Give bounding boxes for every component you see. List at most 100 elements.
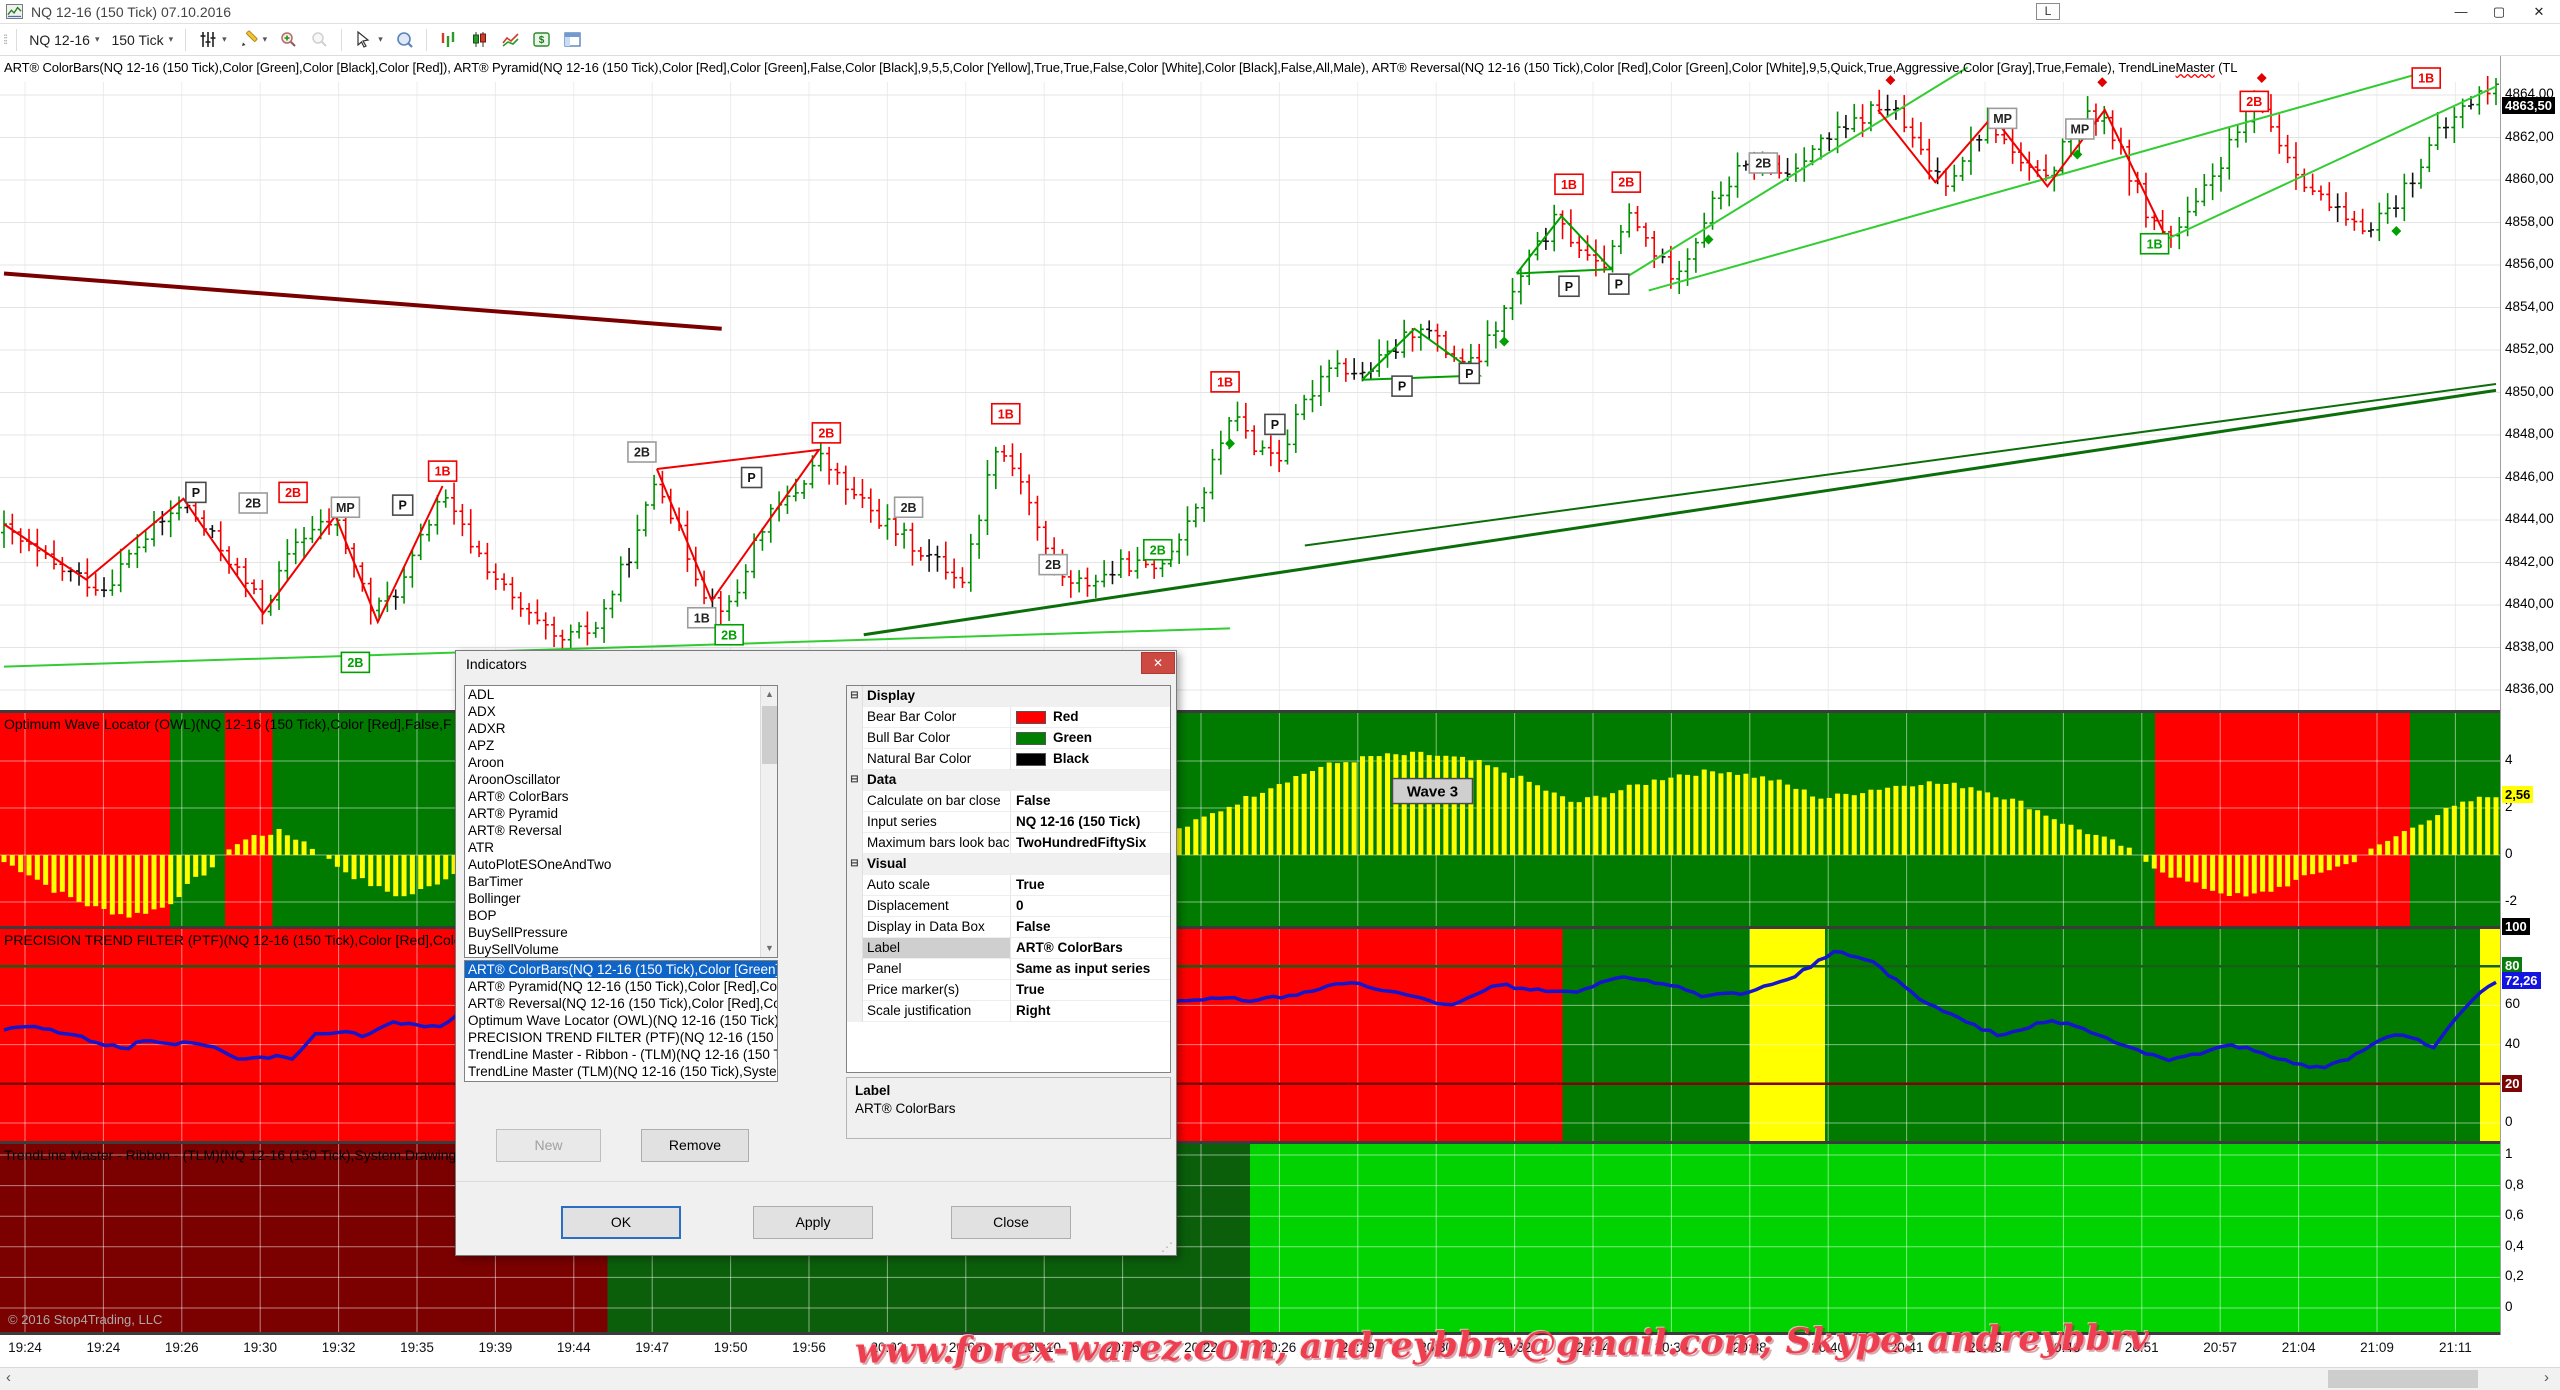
- indicator-list-item[interactable]: BuySellVolume: [465, 941, 777, 958]
- property-row[interactable]: Calculate on bar closeFalse: [847, 791, 1170, 812]
- available-indicators-list[interactable]: ADLADXADXRAPZAroonAroonOscillatorART® Co…: [464, 685, 778, 958]
- pattern-line[interactable]: [1517, 216, 1612, 273]
- instrument-selector[interactable]: NQ 12-16▾: [23, 30, 105, 50]
- trendline[interactable]: [4, 274, 722, 329]
- scrollbar-thumb[interactable]: [762, 706, 777, 764]
- horizontal-scrollbar[interactable]: ‹ ›: [0, 1367, 2560, 1390]
- pattern-line[interactable]: [657, 450, 819, 601]
- property-category-row[interactable]: ⊟Visual: [847, 854, 1170, 875]
- signal-marker[interactable]: [2141, 234, 2169, 254]
- applied-indicator-item[interactable]: ART® ColorBars(NQ 12-16 (150 Tick),Color…: [465, 961, 777, 978]
- signal-marker[interactable]: [715, 625, 743, 645]
- signal-marker[interactable]: [1609, 274, 1629, 294]
- indicator-list-item[interactable]: BOP: [465, 907, 777, 924]
- property-category-row[interactable]: ⊟Display: [847, 686, 1170, 707]
- signal-marker[interactable]: [186, 482, 206, 502]
- trendline[interactable]: [1305, 384, 2496, 546]
- draw-pencil-button[interactable]: ▾: [233, 28, 274, 51]
- property-row[interactable]: Displacement0: [847, 896, 1170, 917]
- property-row[interactable]: Input seriesNQ 12-16 (150 Tick): [847, 812, 1170, 833]
- property-row[interactable]: Auto scaleTrue: [847, 875, 1170, 896]
- pattern-line[interactable]: [1878, 110, 2167, 240]
- property-row[interactable]: Scale justificationRight: [847, 1001, 1170, 1022]
- signal-marker[interactable]: [1749, 153, 1777, 173]
- indicator-list-item[interactable]: ADX: [465, 703, 777, 720]
- indicator-list-item[interactable]: APZ: [465, 737, 777, 754]
- panel-separator[interactable]: [0, 710, 2560, 713]
- toolbar-grip[interactable]: ⁞⁞: [3, 32, 6, 47]
- signal-marker[interactable]: [742, 468, 762, 488]
- collapse-icon[interactable]: ⊟: [847, 854, 863, 875]
- scrollbar-thumb[interactable]: [2328, 1370, 2478, 1388]
- signal-marker[interactable]: [393, 495, 413, 515]
- linechart-style-button[interactable]: [495, 28, 526, 51]
- trendline[interactable]: [864, 390, 2496, 634]
- signal-marker[interactable]: [1144, 540, 1172, 560]
- minimize-button[interactable]: —: [2444, 2, 2478, 22]
- dialog-titlebar[interactable]: Indicators: [456, 651, 1176, 677]
- signal-marker[interactable]: [341, 652, 369, 672]
- ok-button[interactable]: OK: [561, 1206, 681, 1239]
- property-row[interactable]: Natural Bar ColorBlack: [847, 749, 1170, 770]
- signal-marker[interactable]: [1039, 555, 1067, 575]
- panel-separator[interactable]: [0, 1141, 2560, 1144]
- signal-marker[interactable]: [331, 497, 359, 517]
- indicator-list-item[interactable]: BuySellPressure: [465, 924, 777, 941]
- signal-marker[interactable]: [2240, 91, 2268, 111]
- property-row[interactable]: Bull Bar ColorGreen: [847, 728, 1170, 749]
- applied-indicator-item[interactable]: ART® Pyramid(NQ 12-16 (150 Tick),Color […: [465, 978, 777, 995]
- property-row[interactable]: Bear Bar ColorRed: [847, 707, 1170, 728]
- close-button[interactable]: ✕: [2522, 2, 2556, 22]
- apply-button[interactable]: Apply: [753, 1206, 873, 1239]
- signal-marker[interactable]: [239, 493, 267, 513]
- data-box-button[interactable]: [389, 28, 420, 51]
- remove-button[interactable]: Remove: [641, 1129, 749, 1162]
- scroll-left-icon[interactable]: ‹: [6, 1369, 11, 1386]
- applied-indicator-item[interactable]: TrendLine Master - Ribbon - (TLM)(NQ 12-…: [465, 1046, 777, 1063]
- signal-marker[interactable]: [992, 404, 1020, 424]
- collapse-icon[interactable]: ⊟: [847, 686, 863, 707]
- property-row[interactable]: LabelART® ColorBars: [847, 938, 1170, 959]
- account-dollar-button[interactable]: $: [526, 28, 557, 51]
- zoom-in-button[interactable]: [273, 28, 304, 51]
- property-category-row[interactable]: ⊟Data: [847, 770, 1170, 791]
- chart-canvas[interactable]: P2B2BMPP1B2B2B1B2BP2B2B2B2B1B1BPPP1B2BPP…: [0, 0, 2560, 1390]
- applied-indicator-item[interactable]: TrendLine Master (TLM)(NQ 12-16 (150 Tic…: [465, 1063, 777, 1080]
- signal-marker[interactable]: [1612, 172, 1640, 192]
- signal-marker[interactable]: [1559, 276, 1579, 296]
- wave-annotation[interactable]: [1393, 779, 1473, 804]
- signal-marker[interactable]: [2066, 119, 2094, 139]
- panel-separator[interactable]: [0, 926, 2560, 929]
- close-dialog-button[interactable]: Close: [951, 1206, 1071, 1239]
- indicator-list-item[interactable]: Aroon: [465, 754, 777, 771]
- scroll-down-icon[interactable]: ▼: [761, 940, 778, 957]
- signal-marker[interactable]: [1459, 363, 1479, 383]
- property-row[interactable]: Maximum bars look backTwoHundredFiftySix: [847, 833, 1170, 854]
- signal-marker[interactable]: [1265, 414, 1285, 434]
- price-axis[interactable]: 4836,004838,004840,004842,004844,004846,…: [2500, 56, 2560, 1335]
- new-button[interactable]: New: [496, 1129, 601, 1162]
- applied-indicators-list[interactable]: ART® ColorBars(NQ 12-16 (150 Tick),Color…: [464, 960, 778, 1082]
- pattern-line[interactable]: [1362, 329, 1479, 380]
- indicator-list-item[interactable]: AroonOscillator: [465, 771, 777, 788]
- resize-grip[interactable]: ⋰: [1161, 1240, 1173, 1254]
- property-row[interactable]: PanelSame as input series: [847, 959, 1170, 980]
- indicators-dialog[interactable]: Indicators ✕ ADLADXADXRAPZAroonAroonOsci…: [455, 650, 1177, 1256]
- indicator-list-item[interactable]: Bollinger: [465, 890, 777, 907]
- trendline[interactable]: [1649, 70, 2434, 291]
- indicator-list-item[interactable]: AutoPlotESOneAndTwo: [465, 856, 777, 873]
- collapse-icon[interactable]: ⊟: [847, 770, 863, 791]
- signal-marker[interactable]: [1989, 108, 2017, 128]
- trendline[interactable]: [2152, 87, 2496, 246]
- indicator-list-item[interactable]: ART® Pyramid: [465, 805, 777, 822]
- signal-marker[interactable]: [812, 423, 840, 443]
- link-group-button[interactable]: L: [2036, 3, 2060, 20]
- cursor-tool-button[interactable]: ▾: [348, 28, 389, 51]
- indicator-list-item[interactable]: ART® Reversal: [465, 822, 777, 839]
- property-row[interactable]: Price marker(s)True: [847, 980, 1170, 1001]
- interval-selector[interactable]: 150 Tick▾: [105, 30, 179, 50]
- signal-marker[interactable]: [1211, 372, 1239, 392]
- indicator-list-item[interactable]: BarTimer: [465, 873, 777, 890]
- signal-marker[interactable]: [688, 608, 716, 628]
- trendline[interactable]: [1629, 67, 1968, 275]
